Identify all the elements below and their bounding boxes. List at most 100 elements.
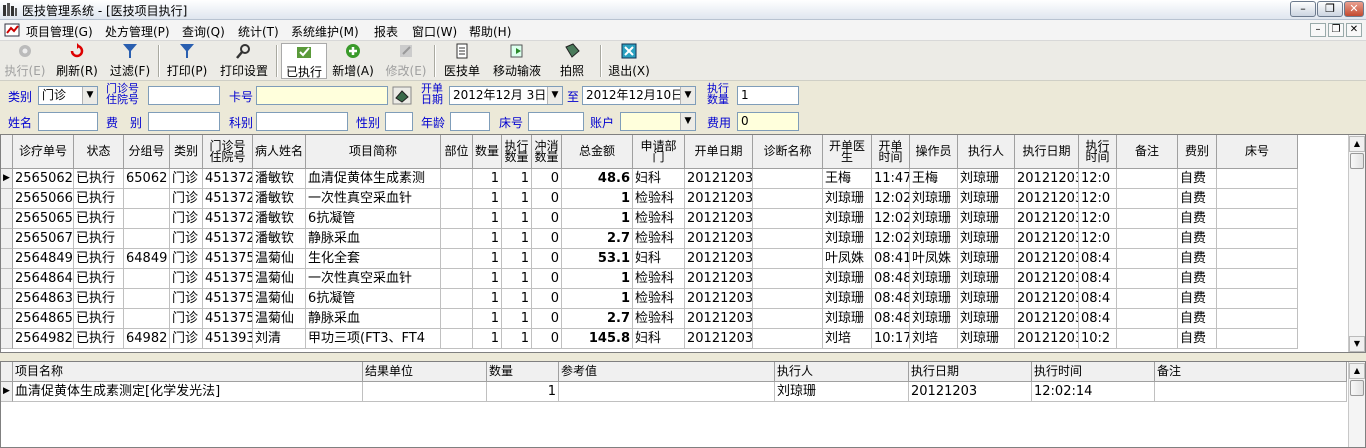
main-cell[interactable]: 2564982 — [13, 329, 74, 349]
main-cell[interactable]: 1 — [502, 249, 532, 269]
main-column-header[interactable]: 执行日期 — [1015, 135, 1079, 169]
main-column-header[interactable]: 状态 — [74, 135, 124, 169]
main-cell[interactable] — [753, 209, 823, 229]
main-cell[interactable]: 刘琼珊 — [910, 309, 958, 329]
sex-input[interactable] — [385, 112, 413, 131]
main-cell[interactable]: 12:02 — [872, 209, 910, 229]
main-cell[interactable]: 一次性真空采血针 — [306, 189, 441, 209]
main-cell[interactable] — [1217, 269, 1298, 289]
main-cell[interactable]: 1 — [473, 169, 502, 189]
main-cell[interactable]: 2.7 — [562, 229, 633, 249]
main-column-header[interactable]: 开单日期 — [685, 135, 753, 169]
main-cell[interactable]: 王梅 — [910, 169, 958, 189]
main-cell[interactable]: 451372 — [203, 189, 253, 209]
main-cell[interactable]: 2565067 — [13, 229, 74, 249]
detail-cell[interactable] — [363, 382, 487, 402]
main-cell[interactable]: 1 — [502, 329, 532, 349]
exec-qty-input[interactable]: 1 — [737, 86, 799, 105]
main-cell[interactable]: 2564863 — [13, 289, 74, 309]
main-cell[interactable] — [1117, 169, 1178, 189]
main-cell[interactable]: 08:48 — [872, 289, 910, 309]
close-button[interactable]: ✕ — [1344, 1, 1364, 17]
main-cell[interactable]: 检验科 — [633, 269, 685, 289]
main-cell[interactable]: 刘琼珊 — [910, 189, 958, 209]
detail-cell[interactable]: 1 — [487, 382, 559, 402]
main-cell[interactable] — [753, 329, 823, 349]
main-cell[interactable]: 451372 — [203, 169, 253, 189]
main-cell[interactable]: 刘琼珊 — [958, 189, 1015, 209]
mdi-close-button[interactable]: ✕ — [1346, 23, 1362, 37]
row-indicator[interactable] — [1, 269, 13, 289]
main-column-header[interactable]: 费别 — [1178, 135, 1217, 169]
detail-grid-scrollbar[interactable]: ▲ — [1348, 362, 1365, 447]
main-cell[interactable]: 叶凤姝 — [910, 249, 958, 269]
main-cell[interactable]: 自费 — [1178, 289, 1217, 309]
main-cell[interactable]: 20121203 — [685, 209, 753, 229]
menu-item-project[interactable]: 项目管理(G) — [26, 23, 93, 40]
detail-column-header[interactable]: 执行时间 — [1032, 362, 1155, 382]
main-cell[interactable]: 1 — [473, 229, 502, 249]
row-pointer-icon[interactable]: ▶ — [1, 169, 13, 189]
main-column-header[interactable]: 病人姓名 — [253, 135, 306, 169]
detail-column-header[interactable]: 数量 — [487, 362, 559, 382]
main-cell[interactable] — [1217, 309, 1298, 329]
main-cell[interactable]: 1 — [502, 209, 532, 229]
main-cell[interactable]: 1 — [502, 189, 532, 209]
main-cell[interactable]: 08:4 — [1079, 249, 1117, 269]
main-cell[interactable]: 已执行 — [74, 269, 124, 289]
print-settings-button[interactable]: 打印设置 — [216, 43, 272, 79]
main-cell[interactable] — [1217, 189, 1298, 209]
mdi-restore-button[interactable]: ❐ — [1328, 23, 1344, 37]
main-cell[interactable]: 刘琼珊 — [958, 309, 1015, 329]
filter-button[interactable]: 过滤(F) — [106, 43, 154, 79]
menu-item-query[interactable]: 查询(Q) — [182, 23, 225, 40]
scroll-down-icon[interactable]: ▼ — [1349, 336, 1365, 352]
main-cell[interactable]: 20121203 — [685, 169, 753, 189]
main-cell[interactable]: 10:2 — [1079, 329, 1117, 349]
date-to-picker[interactable]: 2012年12月10日 ▼ — [582, 86, 696, 105]
main-cell[interactable] — [1117, 269, 1178, 289]
main-cell[interactable]: 20121203 — [1015, 309, 1079, 329]
add-button[interactable]: 新增(A) — [330, 43, 376, 79]
detail-cell[interactable]: 血清促黄体生成素测定[化学发光法] — [13, 382, 363, 402]
main-cell[interactable]: 08:48 — [872, 269, 910, 289]
main-table-row[interactable]: 2564865 已执行 门诊 451375 温菊仙 静脉采血 1 1 0 2.7 检验科 201212… — [1, 309, 1298, 329]
execute-button[interactable]: 执行(E) — [2, 43, 48, 79]
main-cell[interactable]: 0 — [532, 329, 562, 349]
main-cell[interactable]: 妇科 — [633, 329, 685, 349]
detail-column-header[interactable]: 项目名称 — [13, 362, 363, 382]
main-cell[interactable] — [124, 209, 170, 229]
main-cell[interactable]: 10:17 — [872, 329, 910, 349]
main-cell[interactable]: 1 — [502, 229, 532, 249]
maximize-button[interactable]: ❐ — [1317, 1, 1343, 17]
main-cell[interactable]: 门诊 — [170, 329, 203, 349]
fee-type-input[interactable] — [148, 112, 220, 131]
detail-column-header[interactable]: 参考值 — [559, 362, 775, 382]
main-cell[interactable]: 潘敏钦 — [253, 189, 306, 209]
main-cell[interactable]: 1 — [473, 209, 502, 229]
main-cell[interactable] — [441, 169, 473, 189]
main-column-header[interactable]: 开单 时间 — [872, 135, 910, 169]
main-cell[interactable]: 自费 — [1178, 189, 1217, 209]
chevron-down-icon[interactable]: ▼ — [680, 113, 695, 130]
main-cell[interactable]: 1 — [473, 289, 502, 309]
main-cell[interactable] — [753, 269, 823, 289]
main-cell[interactable]: 温菊仙 — [253, 269, 306, 289]
main-cell[interactable]: 12:0 — [1079, 189, 1117, 209]
main-cell[interactable]: 1 — [473, 269, 502, 289]
main-cell[interactable]: 检验科 — [633, 229, 685, 249]
main-cell[interactable]: 2565065 — [13, 209, 74, 229]
main-cell[interactable]: 门诊 — [170, 249, 203, 269]
main-column-header[interactable]: 项目简称 — [306, 135, 441, 169]
main-cell[interactable]: 0 — [532, 269, 562, 289]
main-cell[interactable]: 刘琼珊 — [958, 229, 1015, 249]
outpatient-number-input[interactable] — [148, 86, 220, 105]
account-select[interactable]: ▼ — [620, 112, 696, 131]
main-cell[interactable]: 451372 — [203, 229, 253, 249]
main-cell[interactable]: 检验科 — [633, 289, 685, 309]
main-cell[interactable]: 2564865 — [13, 309, 74, 329]
main-cell[interactable]: 08:4 — [1079, 269, 1117, 289]
main-cell[interactable]: 20121203 — [685, 329, 753, 349]
main-cell[interactable] — [1117, 189, 1178, 209]
scroll-thumb[interactable] — [1350, 153, 1364, 169]
